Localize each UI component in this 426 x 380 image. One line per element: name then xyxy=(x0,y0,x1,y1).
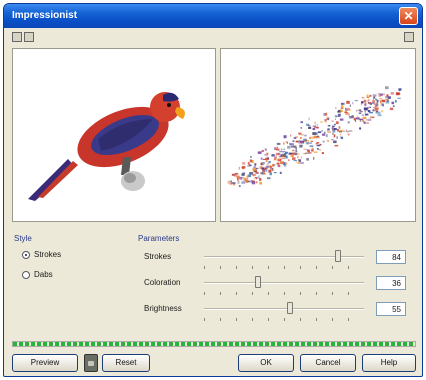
brightness-value-field[interactable]: 55 xyxy=(376,302,406,316)
pan-icon[interactable] xyxy=(404,32,414,42)
radio-checked-icon[interactable] xyxy=(22,251,30,259)
lock-preview-button[interactable] xyxy=(84,354,98,372)
single-view-icon[interactable] xyxy=(24,32,34,42)
style-option-label: Strokes xyxy=(34,250,62,259)
help-button[interactable]: Help xyxy=(362,354,416,372)
reset-button[interactable]: Reset xyxy=(102,354,150,372)
parrot-image xyxy=(28,92,185,201)
strokes-value-field[interactable]: 84 xyxy=(376,250,406,264)
radio-unchecked-icon[interactable] xyxy=(22,271,30,279)
preview-toolbar xyxy=(12,32,52,46)
original-preview[interactable] xyxy=(12,48,216,222)
close-button[interactable]: ✕ xyxy=(399,7,418,25)
style-group-label: Style xyxy=(14,234,32,243)
parameters-group-label: Parameters xyxy=(138,234,180,243)
impressionist-dialog: Impressionist ✕ Style Strokes Dabs Param… xyxy=(3,3,423,377)
coloration-value-field[interactable]: 36 xyxy=(376,276,406,290)
progress-bar xyxy=(12,341,416,347)
window-title: Impressionist xyxy=(12,10,78,21)
coloration-slider-ticks xyxy=(204,292,364,295)
coloration-slider-track[interactable] xyxy=(204,282,364,284)
preview-options xyxy=(404,32,416,46)
brightness-slider-ticks xyxy=(204,318,364,321)
dual-view-icon[interactable] xyxy=(12,32,22,42)
coloration-label: Coloration xyxy=(144,278,181,287)
brightness-label: Brightness xyxy=(144,304,182,313)
ok-button[interactable]: OK xyxy=(238,354,294,372)
cancel-button[interactable]: Cancel xyxy=(300,354,356,372)
close-icon: ✕ xyxy=(403,9,414,23)
impressionist-result-image xyxy=(227,86,402,187)
brightness-slider-thumb[interactable] xyxy=(287,302,293,314)
style-option-label: Dabs xyxy=(34,270,53,279)
coloration-slider-thumb[interactable] xyxy=(255,276,261,288)
brightness-slider-track[interactable] xyxy=(204,308,364,310)
strokes-label: Strokes xyxy=(144,252,172,261)
result-preview[interactable] xyxy=(220,48,416,222)
strokes-slider-ticks xyxy=(204,266,364,269)
title-bar[interactable]: Impressionist ✕ xyxy=(4,4,422,28)
strokes-slider-thumb[interactable] xyxy=(335,250,341,262)
preview-button[interactable]: Preview xyxy=(12,354,78,372)
